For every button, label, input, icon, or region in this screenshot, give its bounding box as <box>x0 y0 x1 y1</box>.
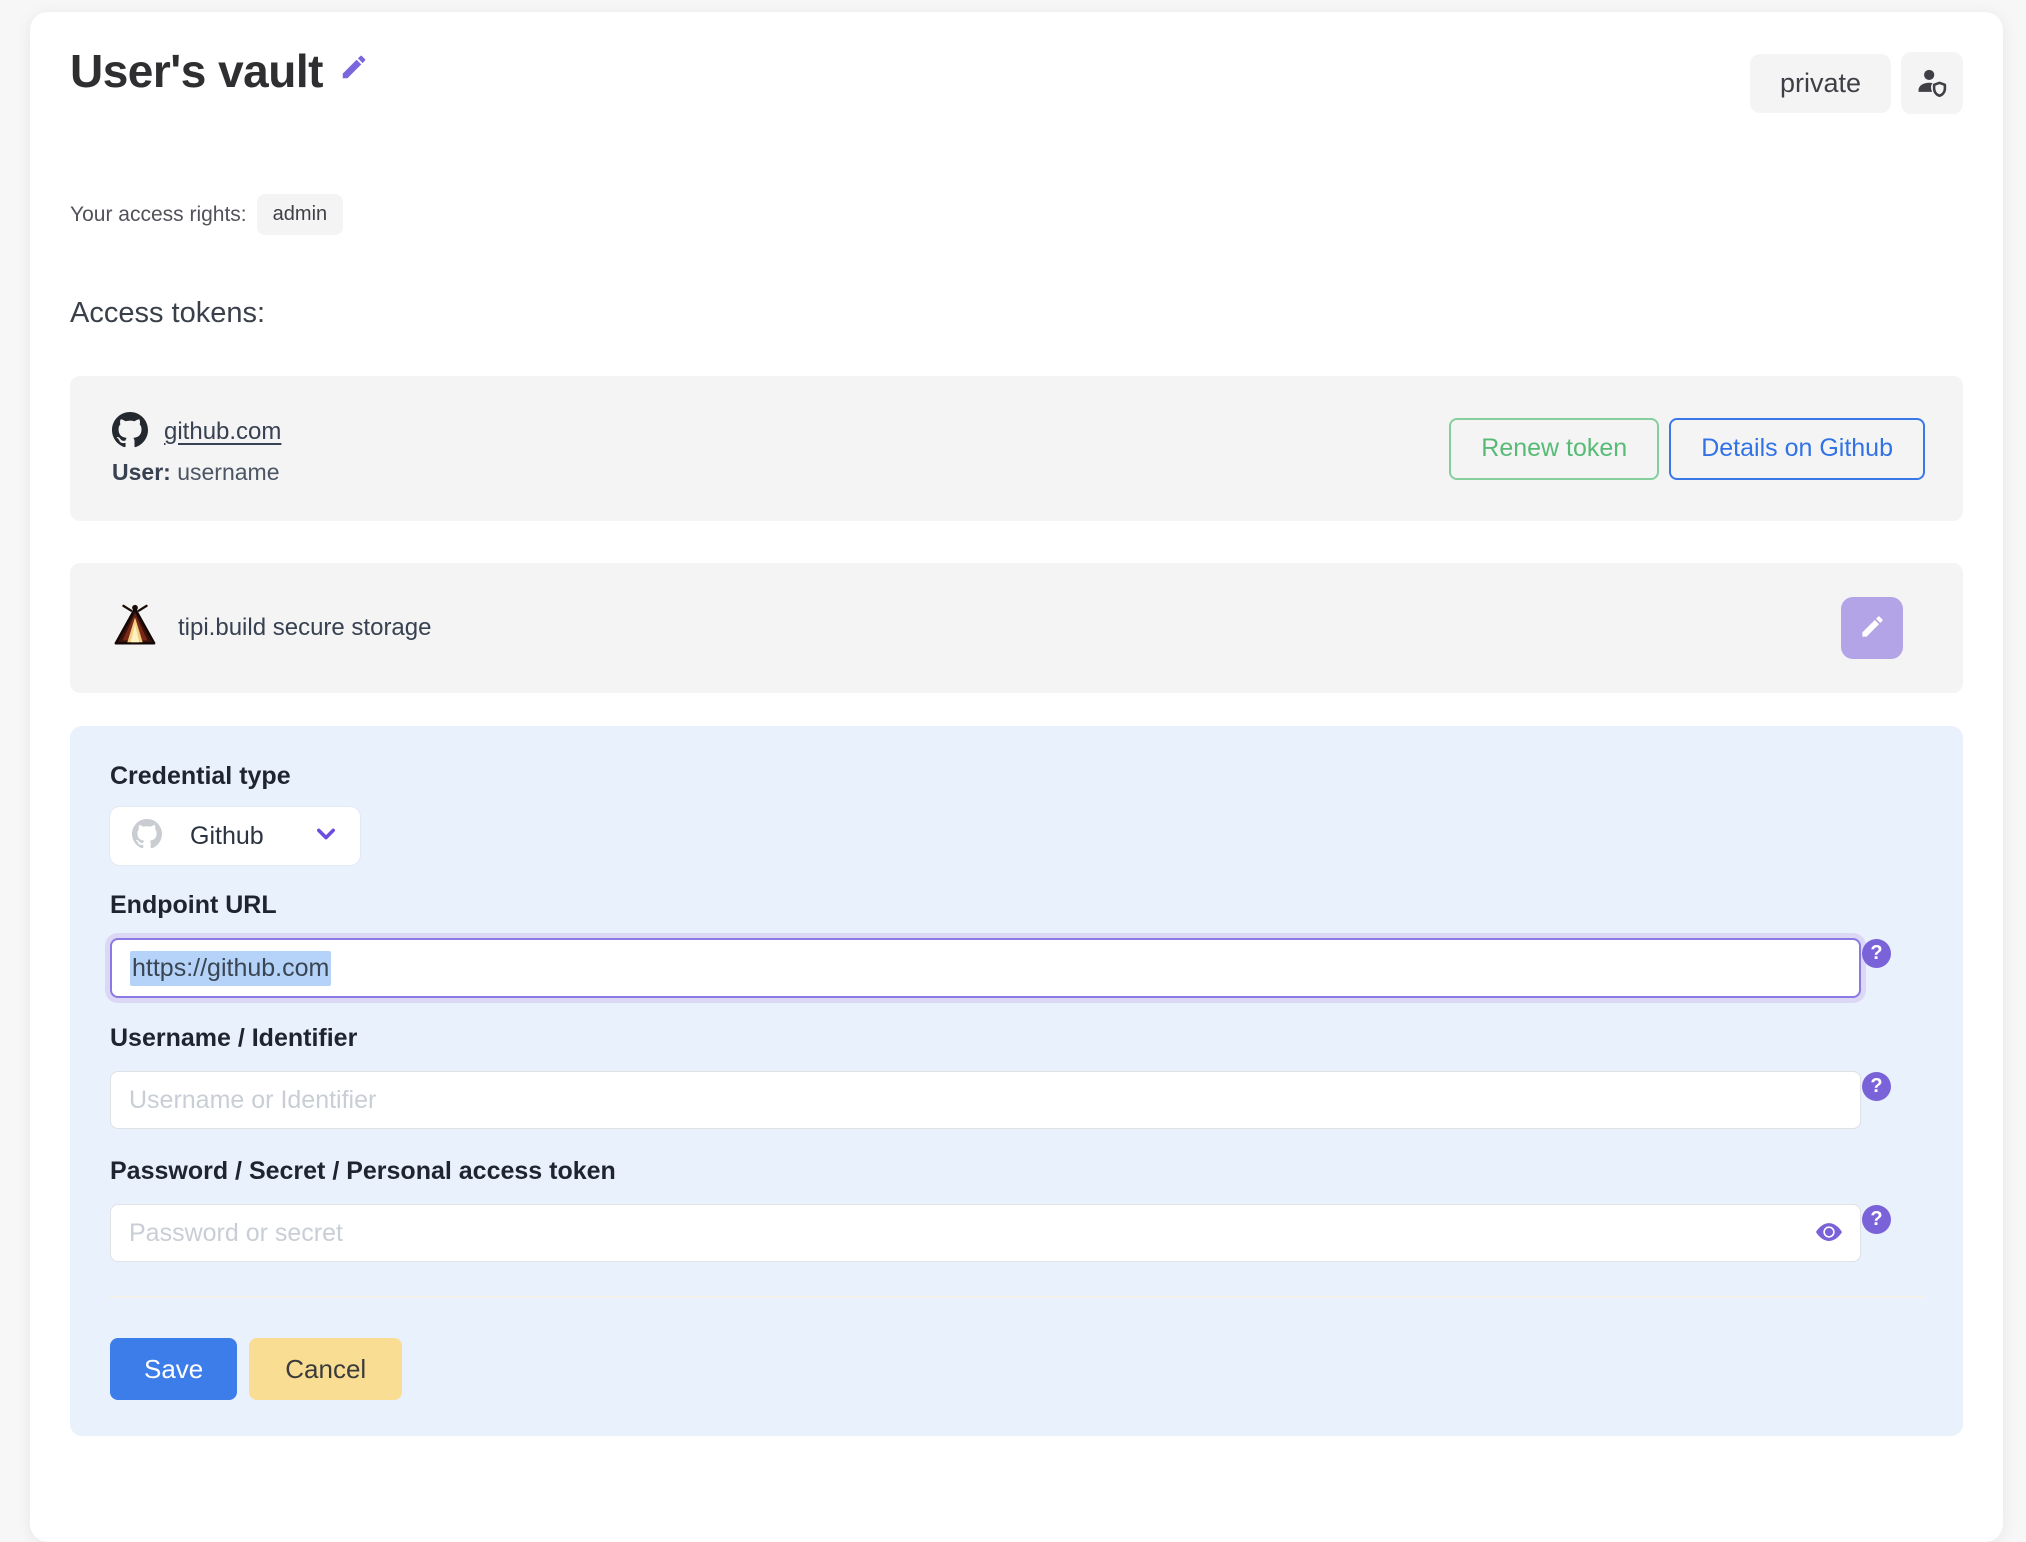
username-input[interactable] <box>110 1071 1861 1129</box>
chevron-down-icon <box>314 822 338 851</box>
vault-access-button[interactable] <box>1901 52 1963 114</box>
cancel-button[interactable]: Cancel <box>249 1338 402 1400</box>
eye-icon <box>1812 1219 1846 1248</box>
tipi-storage-card: tipi.build secure storage <box>70 563 1963 693</box>
tipi-storage-label: tipi.build secure storage <box>178 614 431 642</box>
access-rights-badge: admin <box>257 194 343 235</box>
github-icon <box>132 819 162 854</box>
password-label: Password / Secret / Personal access toke… <box>110 1157 1923 1186</box>
vault-page-card: User's vault private <box>30 12 2003 1542</box>
password-input[interactable] <box>110 1204 1861 1262</box>
username-help-icon[interactable]: ? <box>1862 1072 1891 1101</box>
user-shield-icon <box>1915 65 1949 102</box>
github-icon <box>112 412 148 453</box>
details-on-github-button[interactable]: Details on Github <box>1669 418 1925 480</box>
pencil-icon <box>1859 613 1886 643</box>
access-tokens-heading: Access tokens: <box>70 297 1963 330</box>
toggle-password-visibility-button[interactable] <box>1812 1219 1846 1247</box>
page-title: User's vault <box>70 46 323 97</box>
github-token-card: github.com User: username Renew token De… <box>70 376 1963 521</box>
edit-storage-button[interactable] <box>1841 597 1903 659</box>
credential-type-select[interactable]: Github <box>110 807 360 865</box>
pencil-icon <box>339 70 369 85</box>
access-rights-label: Your access rights: <box>70 203 247 227</box>
edit-title-button[interactable] <box>339 52 369 85</box>
credential-type-label: Credential type <box>110 762 1923 791</box>
endpoint-url-input[interactable]: https://github.com <box>110 938 1861 998</box>
endpoint-url-label: Endpoint URL <box>110 891 1923 920</box>
page-header: User's vault private <box>70 46 1963 124</box>
endpoint-help-icon[interactable]: ? <box>1862 939 1891 968</box>
visibility-badge: private <box>1750 54 1891 113</box>
credential-type-value: Github <box>190 822 264 851</box>
github-user-line: User: username <box>112 459 281 486</box>
tipi-tent-icon <box>112 603 158 654</box>
save-button[interactable]: Save <box>110 1338 237 1400</box>
form-divider <box>110 1296 1923 1298</box>
renew-token-button[interactable]: Renew token <box>1449 418 1659 480</box>
username-label: Username / Identifier <box>110 1024 1923 1053</box>
password-help-icon[interactable]: ? <box>1862 1205 1891 1234</box>
endpoint-url-value: https://github.com <box>130 951 331 986</box>
github-host-link[interactable]: github.com <box>164 418 281 446</box>
access-rights-row: Your access rights: admin <box>70 194 1963 235</box>
github-user-label: User: <box>112 459 171 485</box>
credential-form-panel: Credential type Github Endpoint URL http… <box>70 726 1963 1436</box>
github-user-value: username <box>177 459 279 485</box>
